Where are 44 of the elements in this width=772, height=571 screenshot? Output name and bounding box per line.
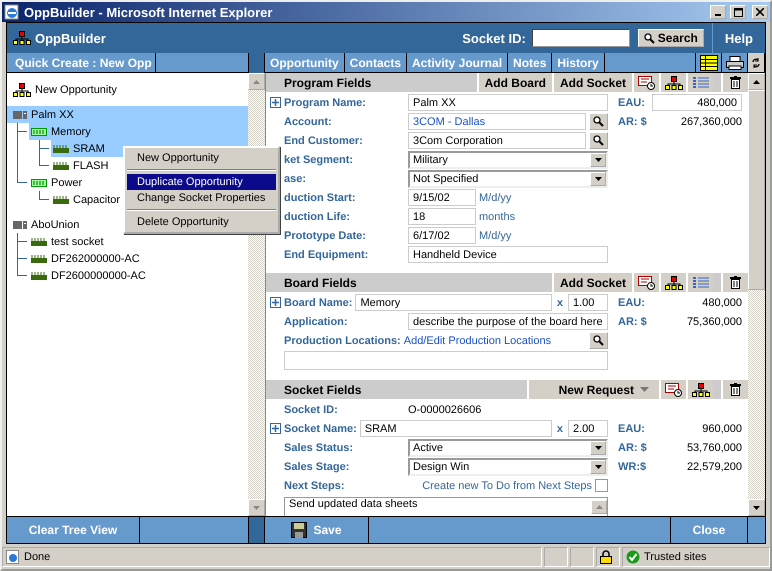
field-label: Prototype Date: [284,228,367,244]
field-label: Socket ID: [284,402,339,418]
field-value: O-0000026606 [408,404,482,416]
total-value: 22,579,200 [686,460,742,474]
field-label: Program Name: [284,96,367,110]
total-value: 75,360,000 [686,314,742,330]
field-label: Sales Status: [284,440,354,456]
field-label: ase: [284,172,308,186]
field-label: End Customer: [284,134,364,148]
total-label: AR: $ [618,114,648,130]
window-title: OppBuilder - Microsoft Internet Explorer [24,4,274,20]
format-hint: M/d/yy [479,192,512,204]
field-label: Board Name: [284,296,352,310]
field-label: ket Segment: [284,152,354,168]
total-value: 267,360,000 [680,114,742,130]
total-label: EAU: [618,296,646,310]
field-label: Application: [284,314,349,330]
socket-id-label: Socket ID: [462,30,526,46]
field-label: Production Locations: [284,334,401,348]
total-value: 480,000 [701,296,742,310]
section-title: Board Fields [283,276,358,290]
total-label: WR:$ [618,460,648,474]
field-label: duction Start: [284,190,356,206]
total-value: 960,000 [701,422,742,436]
section-title: Program Fields [283,76,372,90]
total-label: EAU: [618,96,646,110]
field-label: Socket Name: [284,422,357,436]
total-label: AR: $ [618,440,648,456]
total-value: 53,760,000 [686,440,742,456]
field-label: End Equipment: [284,248,370,262]
zone-text: Trusted sites [644,551,707,563]
app-name: OppBuilder [35,30,106,46]
format-hint: months [479,210,516,222]
times-sign: x [556,296,563,308]
field-label: Next Steps: [284,478,346,494]
section-title: Socket Fields [283,382,362,396]
field-label: Sales Stage: [284,460,350,474]
field-label: Account: [284,114,333,130]
field-label: duction Life: [284,210,351,224]
total-label: AR: $ [618,314,648,330]
times-sign: x [556,422,563,434]
status-text: Done [24,551,50,563]
total-label: EAU: [618,422,646,436]
format-hint: M/d/yy [479,230,512,242]
